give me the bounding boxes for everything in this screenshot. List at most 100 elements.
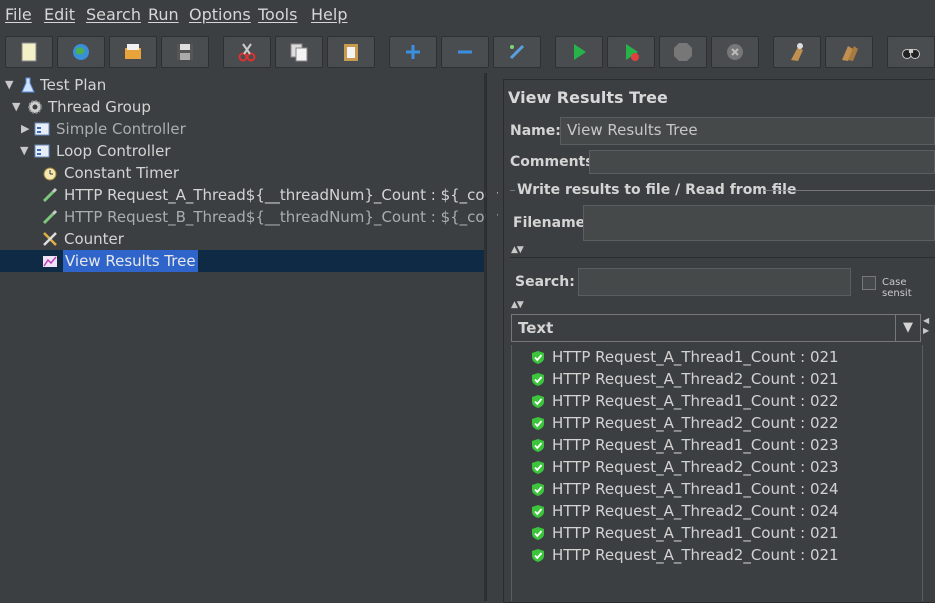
group-border <box>510 190 515 191</box>
menu-file[interactable]: File <box>5 5 32 24</box>
renderer-select-value: Text <box>518 319 554 337</box>
copy-button[interactable] <box>275 36 323 68</box>
controller-icon <box>34 122 50 136</box>
paste-button[interactable] <box>327 36 375 68</box>
result-label: HTTP Request_A_Thread2_Count : 024 <box>552 502 839 520</box>
tree-item-loop-controller[interactable]: ▼ Loop Controller <box>0 140 484 162</box>
stop-button[interactable] <box>659 36 707 68</box>
expand-all-button[interactable] <box>389 36 437 68</box>
start-no-pauses-button[interactable] <box>607 36 655 68</box>
copy-icon <box>290 43 308 62</box>
tree-item-simple-controller[interactable]: ▶ Simple Controller <box>0 118 484 140</box>
success-shield-icon <box>532 505 544 518</box>
success-shield-icon <box>532 417 544 430</box>
start-icon <box>574 44 586 60</box>
paste-icon <box>344 44 358 61</box>
start-no-pauses-icon <box>626 44 639 61</box>
comments-input[interactable] <box>589 150 935 174</box>
start-button[interactable] <box>555 36 603 68</box>
pipette-icon <box>42 209 58 225</box>
toggle-button[interactable] <box>493 36 541 68</box>
view-results-tree-panel: View Results Tree Name: View Results Tre… <box>498 73 935 603</box>
menu-edit[interactable]: Edit <box>44 5 75 24</box>
name-input[interactable]: View Results Tree <box>560 117 935 145</box>
expand-icon <box>406 45 420 59</box>
tools-icon <box>43 232 57 246</box>
tree-item-label: Simple Controller <box>56 120 186 138</box>
split-arrows-icon[interactable]: ▲▼ <box>511 300 524 310</box>
tree-item-label: Loop Controller <box>56 142 171 160</box>
renderer-select[interactable]: Text ▼ <box>511 314 921 342</box>
tree-item-label: View Results Tree <box>63 250 198 272</box>
collapse-arrow-icon[interactable]: ▼ <box>5 74 13 96</box>
divider <box>510 257 935 258</box>
search-input[interactable] <box>578 268 851 296</box>
pipette-icon <box>42 187 58 203</box>
menu-run[interactable]: Run <box>148 5 179 24</box>
chevron-down-icon[interactable]: ▼ <box>895 315 920 341</box>
result-label: HTTP Request_A_Thread2_Count : 022 <box>552 414 839 432</box>
tree-item-counter[interactable]: Counter <box>0 228 484 250</box>
collapse-icon <box>458 50 472 54</box>
search-icon <box>902 49 920 59</box>
result-label: HTTP Request_A_Thread2_Count : 023 <box>552 458 839 476</box>
tree-item-view-results-tree[interactable]: View Results Tree <box>0 250 484 272</box>
new-icon <box>21 42 37 62</box>
result-label: HTTP Request_A_Thread2_Count : 021 <box>552 370 839 388</box>
collapse-arrow-icon[interactable]: ▼ <box>12 96 20 118</box>
cut-icon <box>238 43 256 62</box>
controller-icon <box>34 144 50 158</box>
menu-tools[interactable]: Tools <box>258 5 297 24</box>
menu-search[interactable]: Search <box>86 5 141 24</box>
tree-item-http-request-b[interactable]: HTTP Request_B_Thread${__threadNum}_Coun… <box>0 206 519 228</box>
toggle-icon <box>509 44 525 60</box>
tree-item-test-plan[interactable]: ▼ Test Plan <box>0 74 484 96</box>
search-label: Search: <box>515 274 575 290</box>
panel-title: View Results Tree <box>508 88 668 107</box>
scroll-arrows-icon[interactable]: ◀ ▶ <box>923 316 929 336</box>
menu-bar: File Edit Search Run Options Tools Help <box>0 0 935 28</box>
search-button[interactable] <box>887 36 935 68</box>
file-group-label: Write results to file / Read from file <box>517 182 797 198</box>
result-label: HTTP Request_A_Thread1_Count : 024 <box>552 480 839 498</box>
cut-button[interactable] <box>223 36 271 68</box>
shutdown-icon <box>727 44 743 60</box>
open-icon <box>125 44 141 59</box>
clear-icon <box>791 43 803 61</box>
tree-item-thread-group[interactable]: ▼ Thread Group <box>0 96 484 118</box>
menu-options[interactable]: Options <box>189 5 251 24</box>
flask-icon <box>21 77 35 93</box>
open-button[interactable] <box>109 36 157 68</box>
expand-arrow-icon[interactable]: ▶ <box>21 118 29 140</box>
templates-icon <box>73 44 89 60</box>
templates-button[interactable] <box>57 36 105 68</box>
case-sensitive-checkbox[interactable] <box>862 276 876 290</box>
name-label: Name: <box>510 123 561 139</box>
menu-help[interactable]: Help <box>311 5 347 24</box>
tree-item-label: HTTP Request_A_Thread${__threadNum}_Coun… <box>64 186 520 204</box>
save-button[interactable] <box>161 36 209 68</box>
success-shield-icon <box>532 527 544 540</box>
stopwatch-icon <box>43 167 57 181</box>
result-label: HTTP Request_A_Thread1_Count : 021 <box>552 348 839 366</box>
filename-input[interactable] <box>583 205 935 241</box>
clear-button[interactable] <box>773 36 821 68</box>
panel-splitter[interactable] <box>486 73 497 601</box>
result-label: HTTP Request_A_Thread1_Count : 023 <box>552 436 839 454</box>
new-button[interactable] <box>5 36 53 68</box>
split-arrows-icon[interactable]: ▲▼ <box>511 245 524 255</box>
collapse-all-button[interactable] <box>441 36 489 68</box>
shutdown-button[interactable] <box>711 36 759 68</box>
success-shield-icon <box>532 549 544 562</box>
case-sensitive-label: Case sensit <box>882 277 912 299</box>
clear-all-button[interactable] <box>825 36 873 68</box>
tree-item-http-request-a[interactable]: HTTP Request_A_Thread${__threadNum}_Coun… <box>0 184 519 206</box>
collapse-arrow-icon[interactable]: ▼ <box>20 140 28 162</box>
tree-item-label: Test Plan <box>40 76 107 94</box>
comments-label: Comments: <box>510 154 600 170</box>
tree-item-label: Constant Timer <box>64 164 180 182</box>
chart-icon <box>43 256 57 267</box>
tree-item-constant-timer[interactable]: Constant Timer <box>0 162 484 184</box>
tree-item-label: Thread Group <box>48 98 151 116</box>
clear-all-icon <box>842 46 858 61</box>
